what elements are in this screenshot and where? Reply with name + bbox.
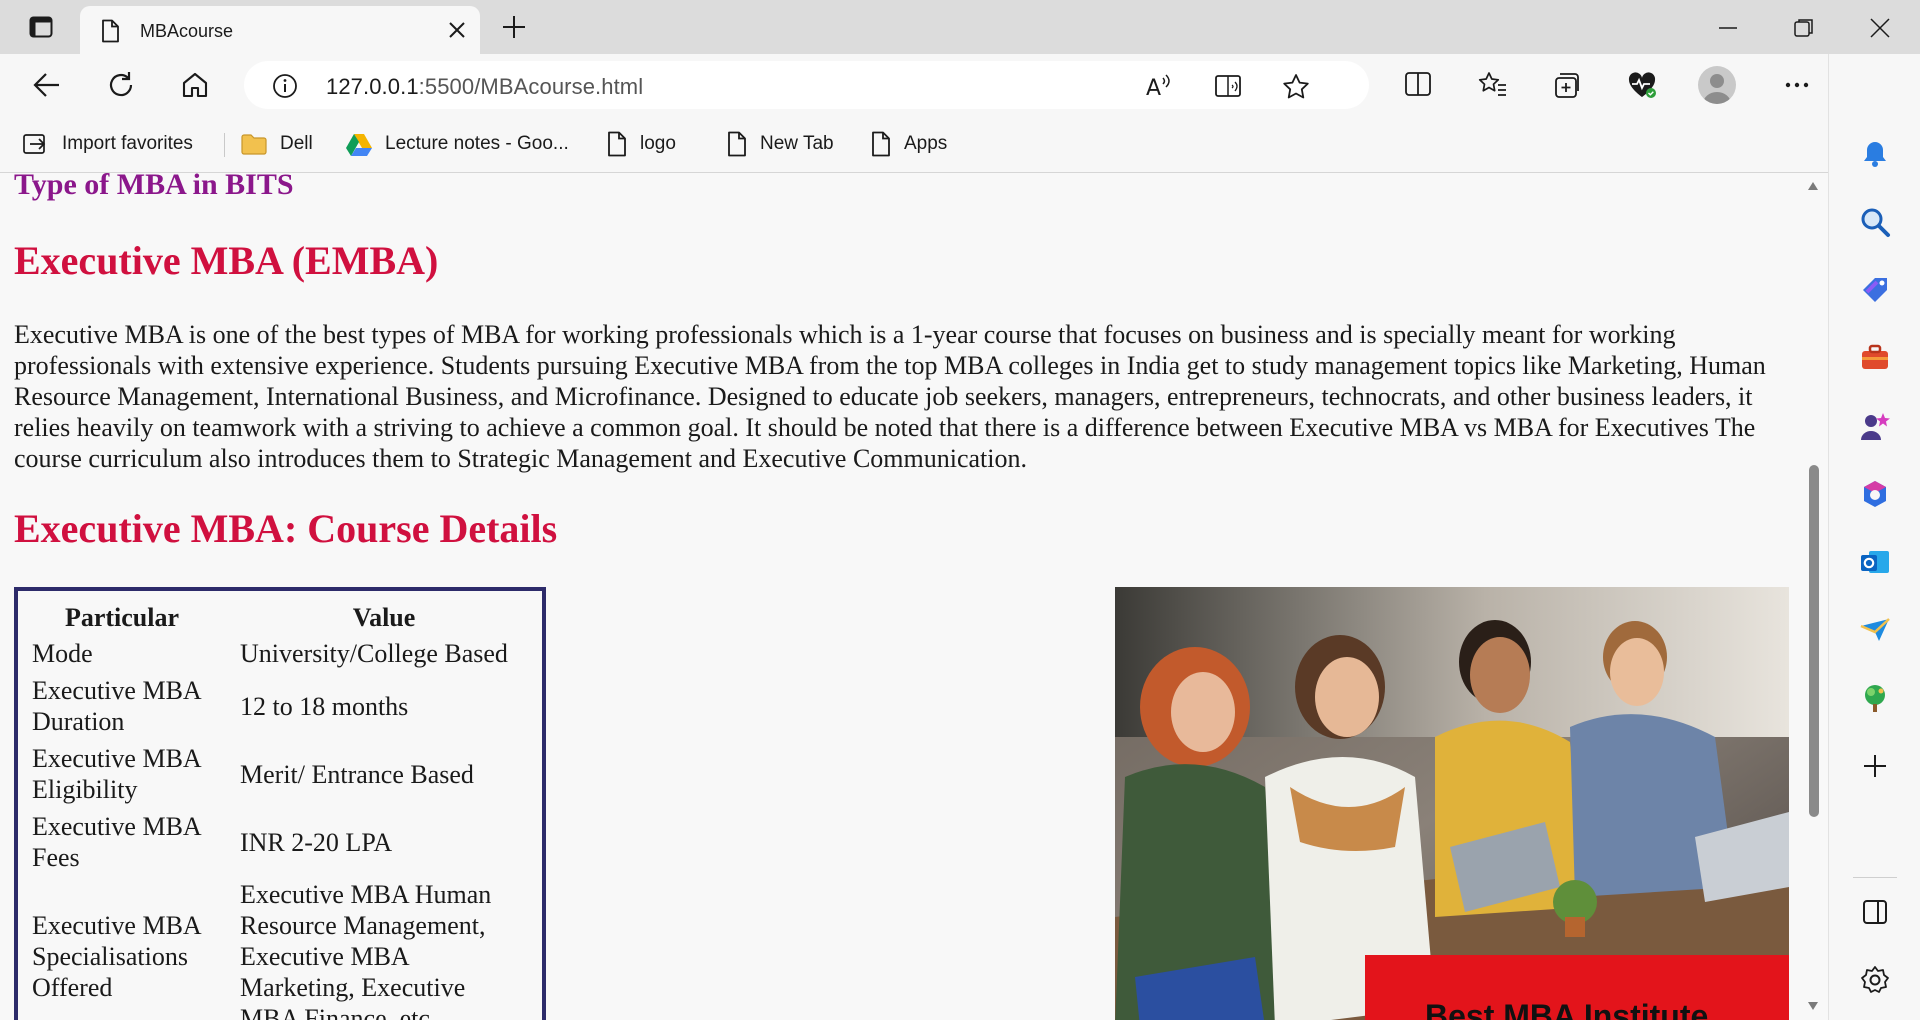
table-header: Value [352,603,416,632]
favorites-divider [224,133,225,157]
table-cell: Executive MBA Fees [32,812,201,872]
favorite-dell[interactable]: Dell [240,128,313,160]
table-row: Executive MBA Eligibility Merit/ Entranc… [18,740,542,808]
close-window-icon[interactable] [1868,16,1892,40]
favorite-apps[interactable]: Apps [870,128,947,160]
banner-text: Best MBA Institute [1425,998,1708,1020]
tab-actions-icon [29,16,53,38]
heading-executive-mba: Executive MBA (EMBA) [14,238,439,283]
notifications-icon[interactable] [1859,138,1891,170]
edge-sidebar [1828,54,1920,1020]
back-icon[interactable] [32,70,62,100]
favorite-label: New Tab [760,133,834,154]
scroll-up-icon[interactable] [1807,181,1819,191]
students-photo: Best MBA Institute [1115,587,1789,1020]
students-group-image: Best MBA Institute [1115,587,1789,1020]
heading-type-of-mba: Type of MBA in BITS [14,173,294,201]
refresh-icon[interactable] [106,70,136,100]
table-cell: 12 to 18 months [240,691,409,721]
page-icon [608,131,626,157]
more-icon[interactable] [1782,70,1812,100]
tools-icon[interactable] [1859,342,1891,374]
read-aloud-icon[interactable]: A [1145,73,1173,99]
search-icon[interactable] [1859,206,1891,238]
person-icon [1703,74,1731,104]
sidebar-separator [1853,877,1897,878]
tree-icon[interactable] [1859,682,1891,714]
favorite-lecture-notes[interactable]: Lecture notes - Goo... [345,128,569,160]
favorite-import[interactable]: Import favorites [22,128,193,160]
table-header: Particular [64,603,180,632]
table-cell: Merit/ Entrance Based [240,759,474,789]
import-favorites-icon [23,134,46,154]
google-drive-icon [346,134,372,156]
favorites-icon[interactable] [1478,70,1508,98]
url-path: :5500/MBAcourse.html [418,74,644,99]
tab-actions-button[interactable] [22,14,60,40]
outlook-icon[interactable] [1859,546,1891,578]
url-host: 127.0.0.1 [326,74,419,99]
folder-icon [241,134,267,155]
course-details-table: Particular Value Mode University/College… [14,587,546,1020]
svg-text:A: A [1146,76,1161,99]
favorite-label: logo [640,133,676,154]
table-row: Executive MBA Fees INR 2-20 LPA [18,808,542,876]
favorite-new-tab[interactable]: New Tab [726,128,834,160]
executive-mba-paragraph: Executive MBA is one of the best types o… [14,320,1766,473]
games-icon[interactable] [1859,410,1891,442]
table-cell: INR 2-20 LPA [240,827,393,857]
tab-title: MBAcourse [140,21,234,41]
table-row: Executive MBA Specialisations Offered Ex… [18,876,542,1020]
shopping-icon[interactable] [1859,274,1891,306]
heading-course-details: Executive MBA: Course Details [14,506,558,551]
page-scrollbar[interactable] [1798,173,1828,1020]
drop-icon[interactable] [1859,614,1891,646]
microsoft-365-icon[interactable] [1859,478,1891,510]
browser-tab[interactable]: MBAcourse [80,6,480,54]
profile-avatar[interactable] [1698,66,1736,104]
favorite-label: Import favorites [62,133,193,154]
url-text[interactable]: 127.0.0.1:5500/MBAcourse.html [326,74,643,100]
close-tab-icon[interactable] [448,21,466,39]
favorite-logo[interactable]: logo [606,128,676,160]
add-icon[interactable] [1859,750,1891,782]
page-icon [102,19,119,43]
home-icon[interactable] [180,70,210,100]
collections-icon[interactable] [1552,70,1582,100]
table-cell: Executive MBA Eligibility [32,744,201,804]
settings-icon[interactable] [1859,964,1891,996]
address-bar[interactable]: 127.0.0.1:5500/MBAcourse.html A [244,61,1369,109]
table-row: Mode University/College Based [18,635,542,672]
new-tab-icon[interactable] [500,13,528,41]
favorite-star-icon[interactable] [1282,73,1310,101]
table-cell: Executive MBA Human Resource Management,… [240,880,492,1020]
site-info-icon[interactable] [272,73,298,99]
page-icon [728,131,746,157]
favorite-label: Apps [904,133,948,154]
scroll-down-icon[interactable] [1807,1001,1819,1011]
table-row: Executive MBA Duration 12 to 18 months [18,672,542,740]
minimize-icon[interactable] [1716,16,1740,40]
table-cell: Mode [32,639,93,668]
page-viewport: Type of MBA in BITS Executive MBA (EMBA)… [0,173,1798,1020]
page-icon [872,131,890,157]
browser-essentials-icon[interactable] [1626,70,1658,100]
sidebar-toggle-icon[interactable] [1859,896,1891,928]
table-header-row: Particular Value [18,591,542,635]
favorites-bar: Import favorites Dell Lecture notes - Go… [0,116,1828,173]
immersive-reader-icon[interactable] [1214,73,1244,99]
restore-icon[interactable] [1792,16,1816,40]
split-screen-icon[interactable] [1404,70,1432,98]
scrollbar-thumb[interactable] [1809,465,1819,817]
favorite-label: Lecture notes - Goo... [385,133,569,154]
title-bar: MBAcourse [0,0,1920,54]
table-cell: University/College Based [240,639,508,668]
browser-toolbar: 127.0.0.1:5500/MBAcourse.html A [0,54,1920,116]
favorite-label: Dell [280,133,313,154]
table-cell: Executive MBA Duration [32,676,201,736]
table-cell: Executive MBA Specialisations Offered [32,911,201,1002]
